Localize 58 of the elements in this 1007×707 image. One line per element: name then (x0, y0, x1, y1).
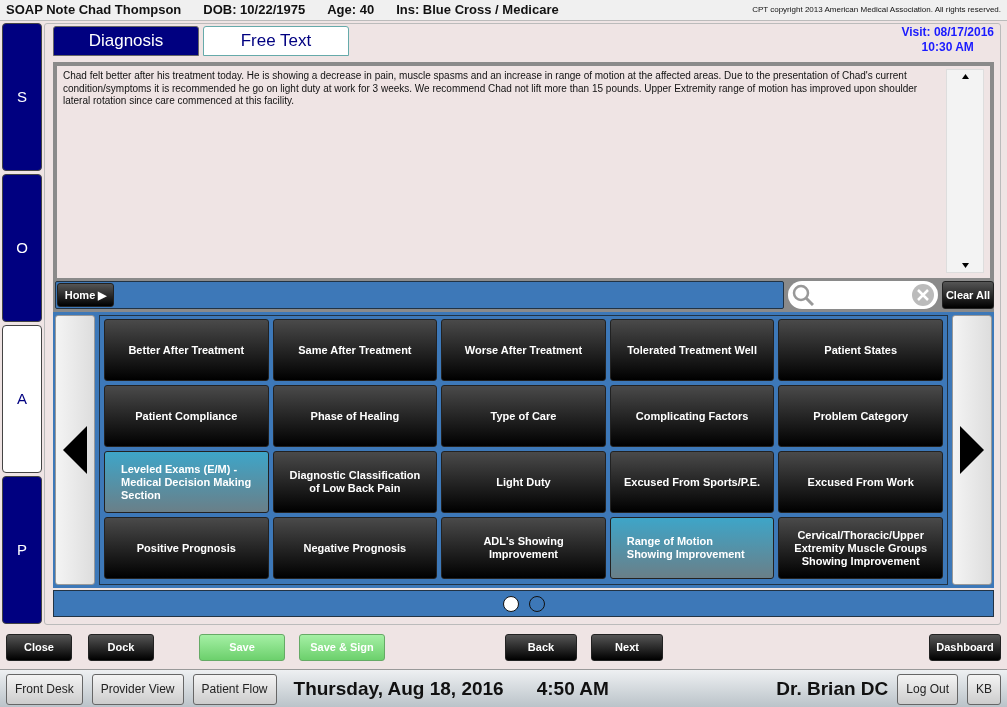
visit-date: Visit: 08/17/2016 (901, 25, 994, 40)
phrase-button[interactable]: Worse After Treatment (441, 319, 606, 381)
phrase-button[interactable]: Excused From Work (778, 451, 943, 513)
phrase-button[interactable]: Tolerated Treatment Well (609, 319, 775, 381)
phrase-button[interactable]: Cervical/Thoracic/Upper Extremity Muscle Groups Showing Improvement (778, 517, 943, 579)
action-button[interactable]: Next (591, 633, 663, 661)
status-button[interactable]: Log Out (897, 673, 958, 705)
soap-tab[interactable]: A (2, 325, 42, 473)
action-button[interactable]: Dock (88, 633, 154, 661)
phrase-button[interactable]: Problem Category (778, 385, 943, 447)
search-field[interactable] (788, 281, 938, 309)
phrase-button[interactable]: Complicating Factors (609, 385, 775, 447)
action-button[interactable]: Back (505, 633, 577, 661)
scroll-up-icon[interactable] (961, 74, 969, 79)
status-button[interactable]: Patient Flow (192, 673, 277, 705)
phrase-button[interactable]: Phase of Healing (272, 385, 438, 447)
page-dot[interactable] (502, 595, 519, 612)
phrase-button[interactable]: Light Duty (441, 451, 606, 513)
scroll-down-icon[interactable] (961, 263, 969, 268)
home-button[interactable]: Home ▶ (57, 283, 114, 307)
phrase-button[interactable]: Range of Motion Showing Improvement (609, 517, 775, 579)
tab[interactable]: Free Text (203, 26, 349, 56)
phrase-button[interactable]: Patient States (778, 319, 943, 381)
soap-tab[interactable]: O (2, 174, 42, 322)
phrase-button[interactable]: Same After Treatment (272, 319, 438, 381)
action-button[interactable]: Dashboard (929, 633, 1001, 661)
current-date: Thursday, Aug 18, 2016 (293, 676, 504, 701)
right-triangle-icon (960, 426, 984, 474)
current-time: 4:50 AM (536, 676, 609, 701)
tab[interactable]: Diagnosis (53, 26, 199, 56)
search-icon (792, 284, 814, 306)
phrase-button[interactable]: Better After Treatment (104, 319, 269, 381)
action-button[interactable]: Close (6, 633, 72, 661)
date-of-birth: DOB: 10/22/1975 (203, 1, 306, 20)
phrase-button[interactable]: Leveled Exams (E/M) - Medical Decision Making Section (104, 451, 269, 513)
phrase-button[interactable]: Positive Prognosis (104, 517, 269, 579)
phrase-button[interactable]: Excused From Sports/P.E. (609, 451, 775, 513)
next-page-button[interactable] (952, 315, 992, 585)
patient-name: SOAP Note Chad Thompson (6, 1, 182, 20)
phrase-button[interactable]: ADL's Showing Improvement (441, 517, 606, 579)
phrase-button[interactable]: Patient Compliance (104, 385, 269, 447)
phrase-button[interactable]: Type of Care (441, 385, 606, 447)
left-triangle-icon (63, 426, 87, 474)
status-button[interactable]: Front Desk (6, 673, 83, 705)
scrollbar[interactable] (946, 69, 984, 273)
status-button[interactable]: Provider View (91, 673, 184, 705)
copyright-notice: CPT copyright 2013 American Medical Association. All rights reserved. (752, 4, 1001, 16)
insurance: Ins: Blue Cross / Medicare (396, 1, 559, 20)
user-name: Dr. Brian DC (776, 676, 889, 701)
clear-all-button[interactable]: Clear All (942, 281, 994, 309)
previous-page-button[interactable] (55, 315, 95, 585)
phrase-button[interactable]: Diagnostic Classification of Low Back Pain (272, 451, 438, 513)
patient-age: Age: 40 (327, 1, 375, 20)
soap-tab[interactable]: S (2, 23, 42, 171)
visit-time: 10:30 AM (920, 40, 975, 55)
soap-tab[interactable]: P (2, 476, 42, 624)
status-button[interactable]: KB (967, 673, 1001, 705)
phrase-button[interactable]: Negative Prognosis (272, 517, 438, 579)
